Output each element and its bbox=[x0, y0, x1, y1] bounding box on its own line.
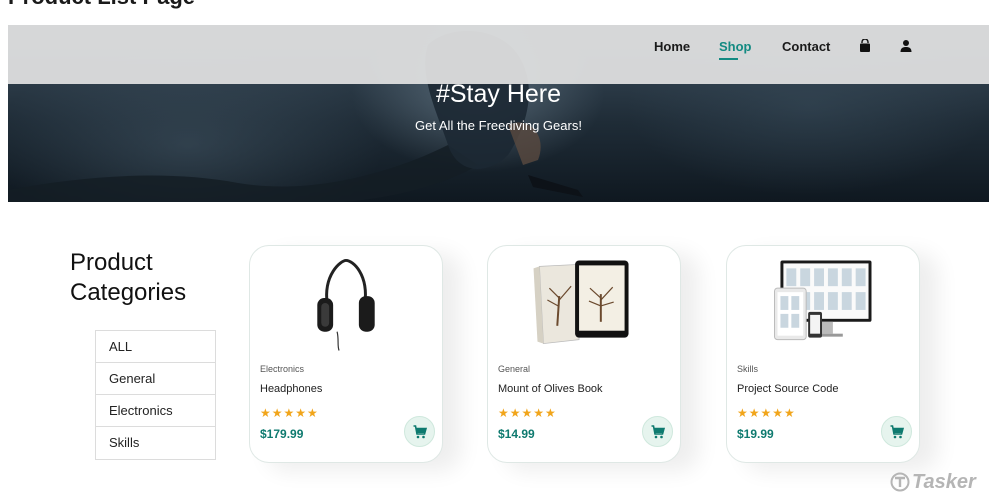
headphones-image bbox=[317, 258, 375, 351]
rating-stars: ★★★★★ bbox=[737, 406, 796, 420]
devices-image bbox=[774, 260, 872, 341]
category-item-general[interactable]: General bbox=[96, 363, 215, 395]
product-card-book[interactable]: General Mount of Olives Book ★★★★★ $14.9… bbox=[487, 245, 681, 463]
add-to-cart-button[interactable] bbox=[642, 416, 673, 447]
product-price: $14.99 bbox=[498, 427, 535, 441]
cart-icon bbox=[651, 425, 665, 439]
tasker-logo-icon bbox=[890, 472, 910, 492]
product-name[interactable]: Project Source Code bbox=[737, 383, 839, 395]
nav-active-underline bbox=[719, 58, 738, 60]
categories-title: Product Categories bbox=[70, 248, 186, 308]
book-image bbox=[533, 260, 629, 345]
page-heading: Product List Page bbox=[8, 0, 195, 10]
hero-banner: #Stay Here Get All the Freediving Gears!… bbox=[8, 25, 989, 202]
categories-title-line2: Categories bbox=[70, 279, 187, 306]
product-card-headphones[interactable]: Electronics Headphones ★★★★★ $179.99 bbox=[249, 245, 443, 463]
product-name[interactable]: Headphones bbox=[260, 383, 322, 395]
navbar: Home Shop Contact bbox=[8, 25, 989, 84]
user-icon[interactable] bbox=[899, 39, 913, 53]
add-to-cart-button[interactable] bbox=[881, 416, 912, 447]
tasker-brand-text: Tasker bbox=[912, 470, 976, 493]
categories-title-line1: Product bbox=[70, 249, 153, 276]
shopping-bag-icon[interactable] bbox=[858, 39, 872, 53]
tasker-watermark: Tasker bbox=[890, 470, 976, 494]
rating-stars: ★★★★★ bbox=[260, 406, 319, 420]
product-category: Electronics bbox=[260, 364, 305, 374]
product-price: $179.99 bbox=[260, 427, 304, 441]
category-item-all[interactable]: ALL bbox=[96, 331, 215, 363]
cart-icon bbox=[890, 425, 904, 439]
cart-icon bbox=[413, 425, 427, 439]
product-price: $19.99 bbox=[737, 427, 774, 441]
hero-subtitle: Get All the Freediving Gears! bbox=[415, 118, 582, 133]
category-item-electronics[interactable]: Electronics bbox=[96, 395, 215, 427]
add-to-cart-button[interactable] bbox=[404, 416, 435, 447]
category-list: ALL General Electronics Skills bbox=[95, 330, 216, 460]
product-category: General bbox=[498, 364, 531, 374]
rating-stars: ★★★★★ bbox=[498, 406, 557, 420]
nav-shop[interactable]: Shop bbox=[719, 39, 752, 54]
product-category: Skills bbox=[737, 364, 759, 374]
hero-title: #Stay Here bbox=[435, 80, 562, 108]
product-card-source-code[interactable]: Skills Project Source Code ★★★★★ $19.99 bbox=[726, 245, 920, 463]
product-name[interactable]: Mount of Olives Book bbox=[498, 383, 603, 395]
category-item-skills[interactable]: Skills bbox=[96, 427, 215, 459]
nav-home[interactable]: Home bbox=[654, 39, 690, 54]
nav-contact[interactable]: Contact bbox=[782, 39, 830, 54]
